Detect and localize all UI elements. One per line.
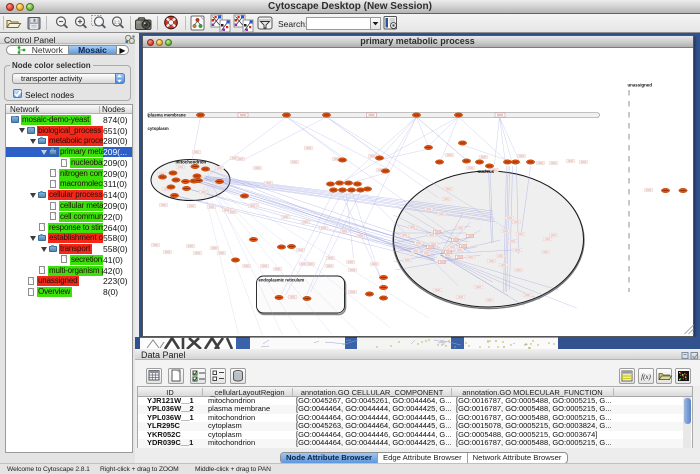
svg-text:1:1: 1:1 <box>114 19 121 24</box>
svg-text:unassigned: unassigned <box>627 83 652 88</box>
svg-text:mitochondrion: mitochondrion <box>175 160 206 165</box>
svg-text:f(x): f(x) <box>641 373 651 381</box>
svg-text:plasma membrane: plasma membrane <box>148 113 186 118</box>
svg-text:cytoplasm: cytoplasm <box>147 126 168 131</box>
svg-text:nucleus: nucleus <box>477 169 494 174</box>
